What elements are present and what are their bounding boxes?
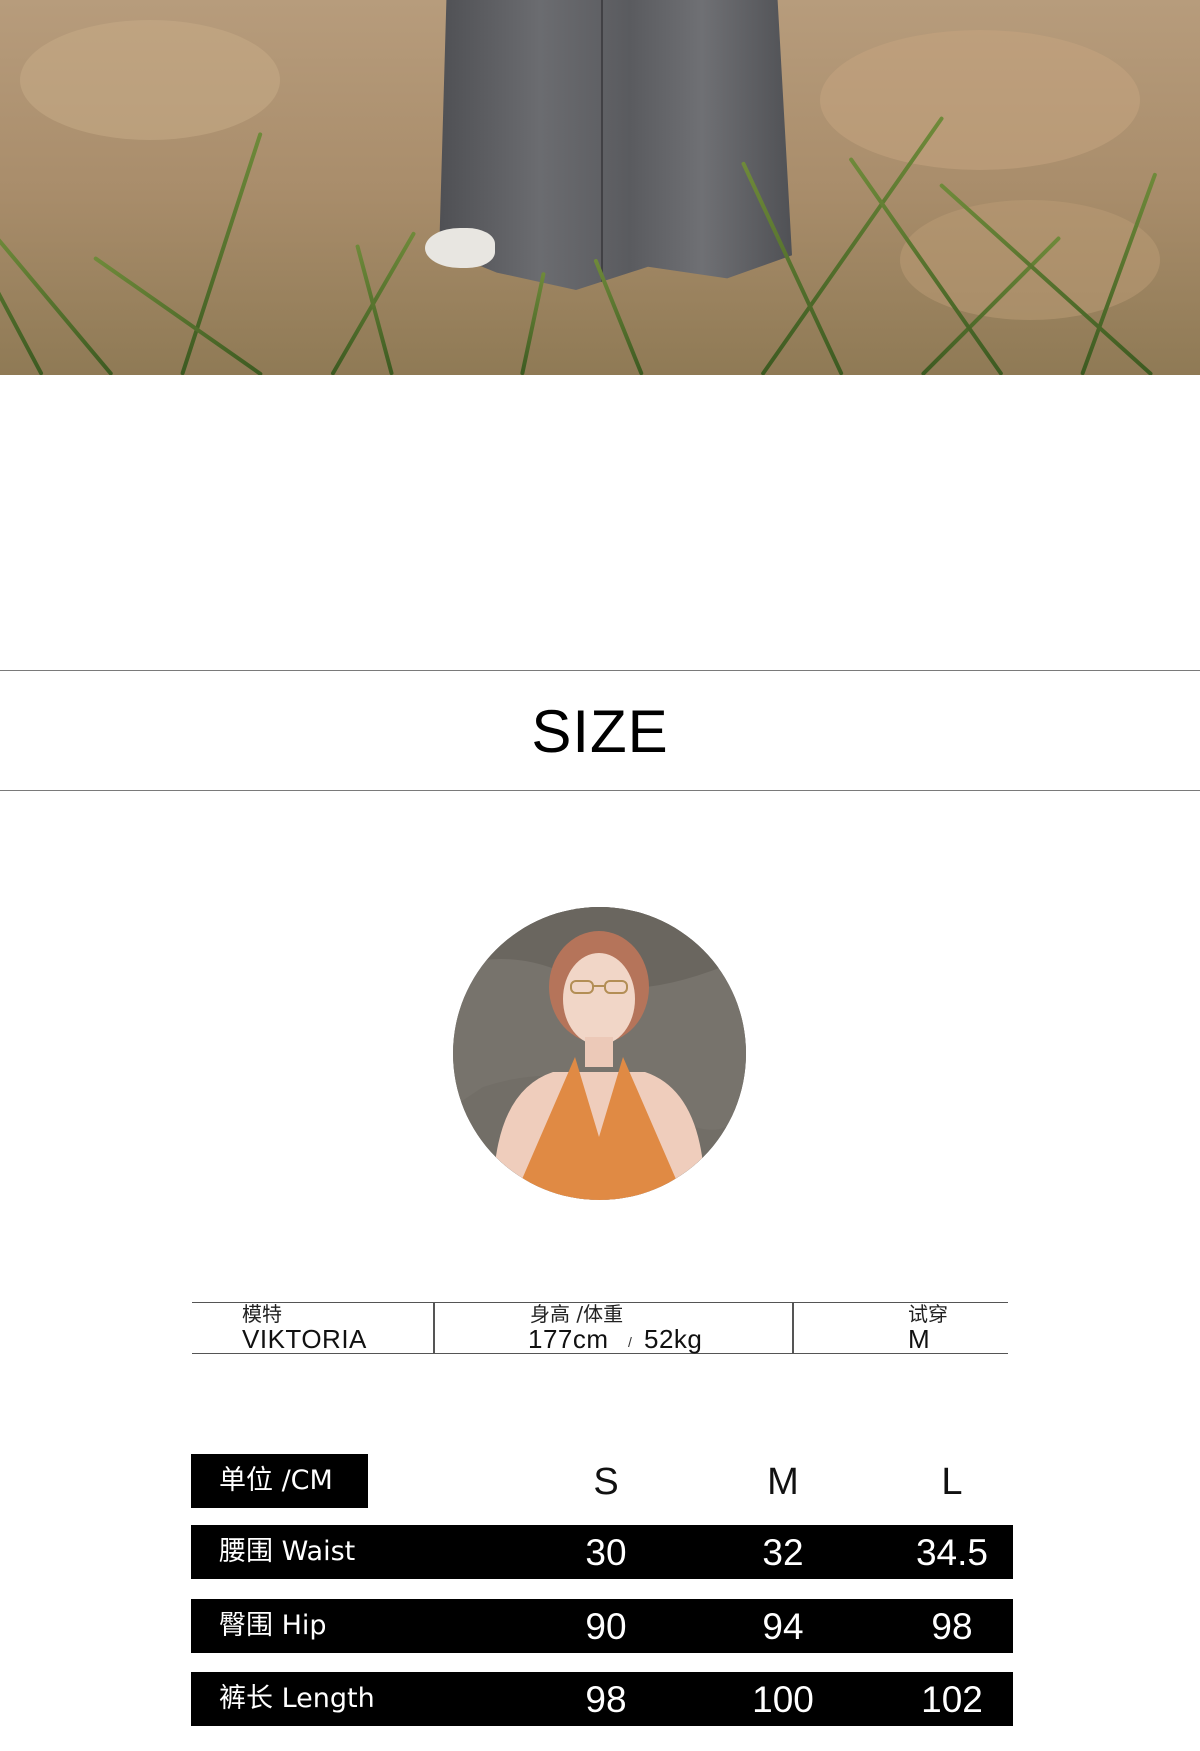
column-divider — [433, 1303, 435, 1353]
model-portrait — [453, 907, 746, 1200]
hero-photo — [0, 0, 1200, 375]
size-header-s: S — [593, 1461, 619, 1503]
cell-value: 32 — [762, 1532, 804, 1573]
grass-blade — [92, 255, 264, 375]
cell-value: 30 — [585, 1532, 627, 1573]
size-row-hip: 臀围 Hip 90 94 98 — [191, 1599, 1013, 1653]
cell-value: 34.5 — [915, 1532, 988, 1573]
divider-bottom — [0, 790, 1200, 791]
unit-label: 单位 /CM — [191, 1454, 368, 1508]
cell-value: 94 — [762, 1606, 804, 1647]
model-info-table: 模特 VIKTORIA 身高 /体重 177cm / 52kg 试穿 M — [192, 1302, 1008, 1354]
grass-blade — [0, 231, 114, 375]
divider-top — [0, 670, 1200, 671]
row-label: 腰围 Waist — [219, 1536, 356, 1567]
section-title: SIZE — [531, 698, 669, 765]
size-row-length: 裤长 Length 98 100 102 — [191, 1672, 1013, 1726]
column-divider — [792, 1303, 794, 1353]
model-weight: 52kg — [644, 1324, 703, 1354]
cell-value: 98 — [931, 1606, 973, 1647]
row-label: 臀围 Hip — [219, 1610, 327, 1641]
model-height: 177cm — [528, 1324, 609, 1354]
fit-size: M — [908, 1324, 931, 1354]
cell-value: 100 — [752, 1679, 814, 1720]
grass-blade — [740, 161, 844, 375]
cell-value: 90 — [585, 1606, 627, 1647]
model-portrait-illustration — [453, 907, 746, 1200]
shoe — [425, 228, 495, 268]
row-label: 裤长 Length — [219, 1683, 375, 1714]
measure-label: 身高 /体重 — [530, 1302, 624, 1326]
grass-blade — [520, 271, 546, 375]
size-row-waist: 腰围 Waist 30 32 34.5 — [191, 1525, 1013, 1579]
ground-patch — [820, 30, 1140, 170]
grass-blade — [0, 175, 44, 375]
model-name-label: 模特 — [242, 1302, 282, 1326]
measure-separator: / — [628, 1334, 632, 1350]
ground-patch — [20, 20, 280, 140]
grass-blade — [180, 131, 263, 375]
cell-value: 98 — [585, 1679, 627, 1720]
model-name: VIKTORIA — [242, 1324, 367, 1354]
size-header-l: L — [941, 1461, 963, 1503]
grass-blade — [355, 244, 394, 375]
size-header-m: M — [767, 1461, 799, 1503]
fit-label: 试穿 — [908, 1302, 948, 1326]
cell-value: 102 — [921, 1679, 983, 1720]
